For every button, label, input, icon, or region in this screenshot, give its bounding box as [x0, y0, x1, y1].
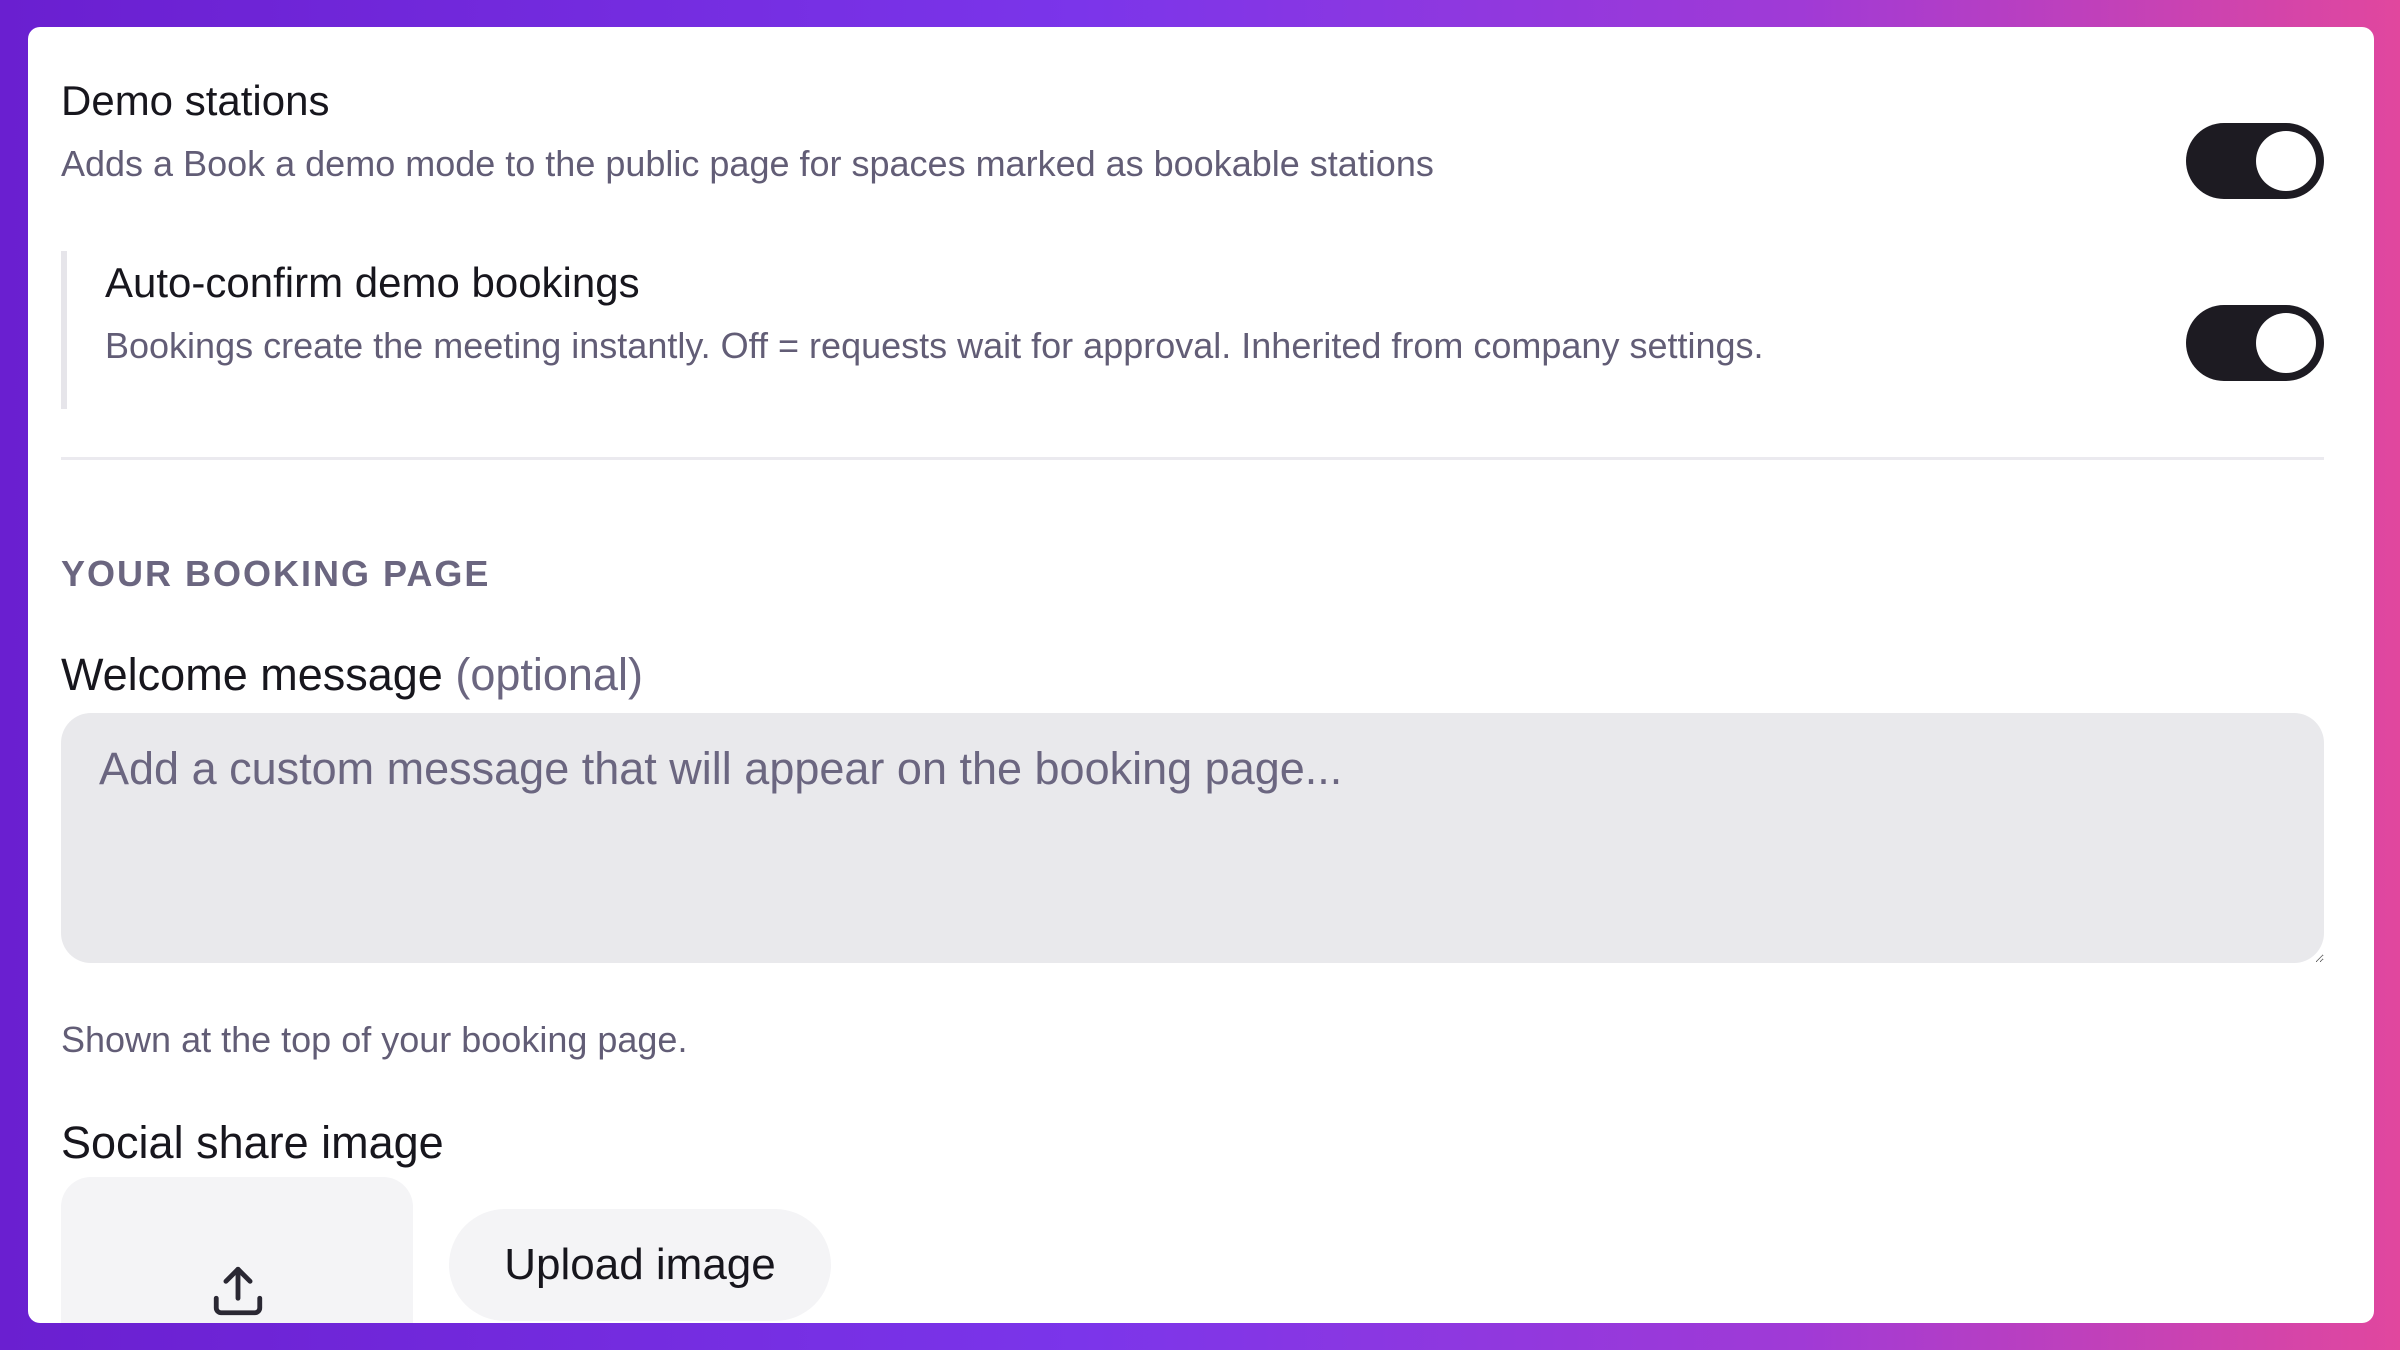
social-image-preview[interactable] — [61, 1177, 413, 1323]
social-share-label: Social share image — [61, 1117, 444, 1168]
toggle-knob — [2256, 313, 2316, 373]
demo-stations-title: Demo stations — [61, 77, 330, 124]
demo-stations-description: Adds a Book a demo mode to the public pa… — [61, 143, 1434, 184]
demo-stations-setting: Demo stations Adds a Book a demo mode to… — [61, 77, 2324, 185]
optional-tag: (optional) — [455, 649, 643, 700]
toggle-knob — [2256, 131, 2316, 191]
auto-confirm-setting: Auto-confirm demo bookings Bookings crea… — [61, 251, 2161, 409]
demo-stations-toggle[interactable] — [2186, 123, 2324, 199]
upload-icon — [213, 1266, 263, 1316]
auto-confirm-toggle[interactable] — [2186, 305, 2324, 381]
settings-card: Demo stations Adds a Book a demo mode to… — [28, 27, 2374, 1323]
welcome-message-label-text: Welcome message — [61, 649, 443, 700]
section-title: YOUR BOOKING PAGE — [61, 553, 491, 594]
upload-image-button[interactable]: Upload image — [449, 1209, 831, 1321]
welcome-message-label: Welcome message (optional) — [61, 649, 643, 701]
auto-confirm-description: Bookings create the meeting instantly. O… — [105, 325, 1764, 366]
auto-confirm-title: Auto-confirm demo bookings — [105, 259, 640, 306]
section-divider — [61, 457, 2324, 460]
welcome-message-input[interactable] — [61, 713, 2324, 963]
welcome-message-hint: Shown at the top of your booking page. — [61, 1019, 688, 1060]
